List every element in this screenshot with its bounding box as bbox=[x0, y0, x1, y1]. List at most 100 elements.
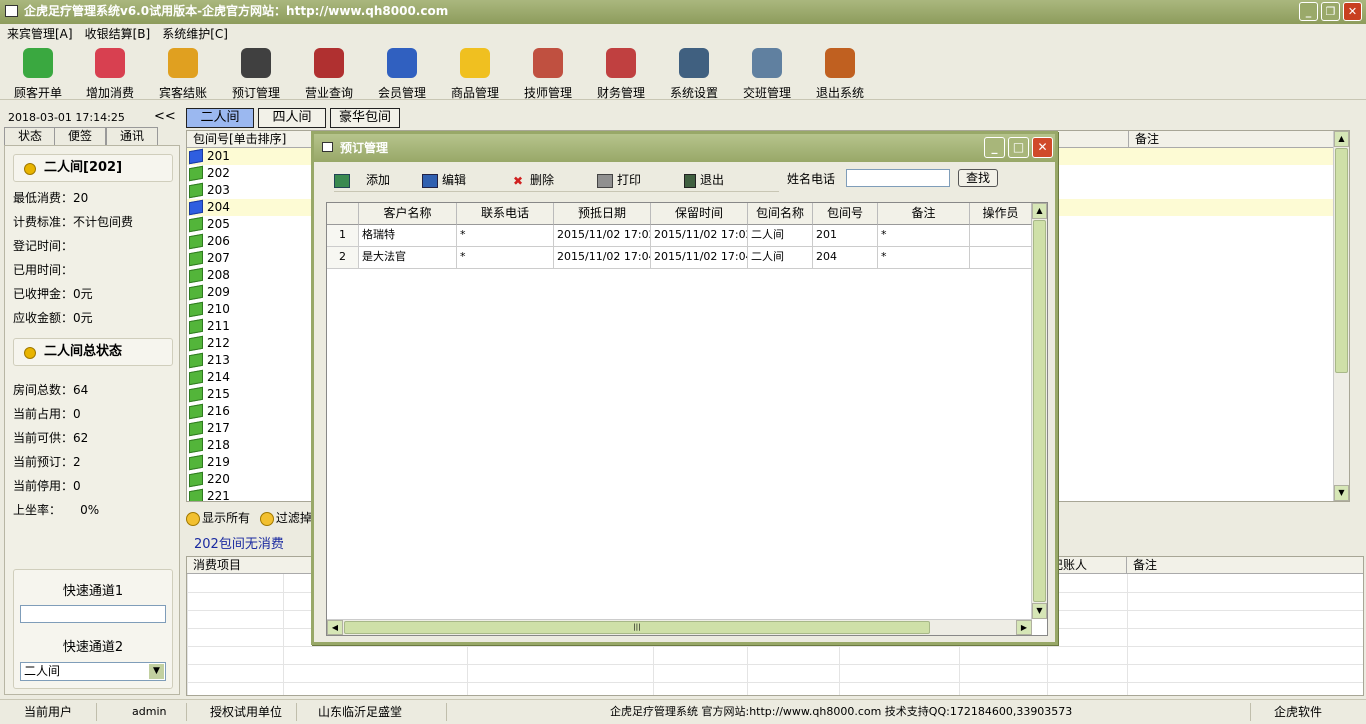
quick-panel: 快速通道1 快速通道2 二人间 ▼ bbox=[13, 569, 173, 689]
grid-cell[interactable]: 二人间 bbox=[748, 225, 813, 247]
edit-button[interactable]: 编辑 bbox=[422, 171, 466, 188]
show-all-label: 显示所有 bbox=[202, 511, 251, 525]
toolbar-button-7[interactable]: 技师管理 bbox=[512, 48, 584, 101]
grid-column-header[interactable]: 联系电话 bbox=[457, 203, 554, 225]
grid-column-header[interactable]: 备注 bbox=[878, 203, 970, 225]
search-input[interactable] bbox=[846, 169, 950, 187]
grid-row-number[interactable]: 1 bbox=[327, 225, 359, 247]
toolbar-button-3[interactable]: 预订管理 bbox=[220, 48, 292, 101]
toolbar-button-10[interactable]: 交班管理 bbox=[731, 48, 803, 101]
grid-cell[interactable]: 2015/11/02 17:04:1 bbox=[554, 247, 651, 269]
room-book-icon bbox=[189, 488, 203, 501]
menu-guest[interactable]: 来宾管理[A] bbox=[7, 27, 73, 41]
chevron-down-icon[interactable]: ▼ bbox=[149, 664, 164, 679]
room-info-billing: 计费标准：不计包间费 bbox=[13, 215, 134, 229]
show-all-button[interactable]: 显示所有 bbox=[186, 511, 251, 526]
grid-column-header[interactable]: 客户名称 bbox=[359, 203, 457, 225]
menu-cashier[interactable]: 收银结算[B] bbox=[85, 27, 151, 41]
restore-button[interactable]: ❐ bbox=[1321, 2, 1340, 21]
toolbar-button-8[interactable]: 财务管理 bbox=[585, 48, 657, 101]
tab-notes[interactable]: 便签 bbox=[54, 127, 106, 145]
grid-cell[interactable]: * bbox=[457, 247, 554, 269]
tab-four-person[interactable]: 四人间 bbox=[258, 108, 326, 128]
toolbar-button-9[interactable]: 系统设置 bbox=[658, 48, 730, 101]
grid-cell[interactable] bbox=[970, 247, 1032, 269]
quick1-label: 快速通道1 bbox=[62, 584, 124, 599]
room-book-icon bbox=[189, 420, 203, 437]
grid-hscrollbar[interactable]: ◀ ||| ▶ bbox=[327, 619, 1032, 635]
grid-column-header[interactable]: 操作员 bbox=[970, 203, 1032, 225]
dialog-minimize-button[interactable]: _ bbox=[984, 137, 1005, 158]
toolbar: 顾客开单 增加消费 宾客结账 预订管理 营业查询 会员管理 商品管理 技师管理 财务管理 系统设置… bbox=[0, 44, 1366, 100]
scroll-down-icon[interactable]: ▼ bbox=[1334, 485, 1349, 501]
status-bar: 当前用户 admin 授权试用单位 山东临沂足盛堂 企虎足疗管理系统 官方网站:… bbox=[0, 699, 1366, 724]
quick2-select[interactable]: 二人间 ▼ bbox=[20, 662, 166, 681]
toolbar-button-label: 财务管理 bbox=[596, 86, 645, 100]
grid-cell[interactable]: 204 bbox=[813, 247, 878, 269]
room-list-scrollbar[interactable]: ▲ ▼ bbox=[1333, 131, 1349, 501]
scroll-thumb[interactable] bbox=[1335, 148, 1348, 373]
grid-cell[interactable]: 2015/11/02 17:02:5 bbox=[554, 225, 651, 247]
show-all-icon bbox=[186, 511, 200, 526]
dialog-close-button[interactable]: ✕ bbox=[1032, 137, 1053, 158]
toolbar-button-6[interactable]: 商品管理 bbox=[439, 48, 511, 101]
window-title: 企虎足疗管理系统v6.0试用版本-企虎官方网站：http://www.qh800… bbox=[24, 4, 449, 18]
grid-cell[interactable]: * bbox=[878, 247, 970, 269]
grid-cell[interactable]: 格瑞特 bbox=[359, 225, 457, 247]
hscroll-thumb[interactable]: ||| bbox=[344, 621, 930, 634]
toolbar-button-11[interactable]: 退出系统 bbox=[804, 48, 876, 101]
grid-row-number[interactable]: 2 bbox=[327, 247, 359, 269]
minimize-button[interactable]: _ bbox=[1299, 2, 1318, 21]
quick1-input[interactable] bbox=[20, 605, 166, 623]
toolbar-button-1[interactable]: 增加消费 bbox=[74, 48, 146, 101]
room-number: 206 bbox=[207, 234, 230, 248]
grid-scroll-thumb[interactable] bbox=[1033, 220, 1046, 602]
room-info-used: 已用时间： bbox=[13, 263, 74, 277]
search-button[interactable]: 查找 bbox=[958, 169, 998, 187]
status-panel: 二人间[202] 最低消费：20 计费标准：不计包间费 登记时间： 已用时间： … bbox=[4, 145, 180, 695]
scroll-up-icon[interactable]: ▲ bbox=[1334, 131, 1349, 147]
support-info: 企虎足疗管理系统 官方网站:http://www.qh8000.com 技术支持… bbox=[610, 705, 1073, 718]
toolbar-button-4[interactable]: 营业查询 bbox=[293, 48, 365, 101]
room-number: 213 bbox=[207, 353, 230, 367]
grid-cell[interactable]: 2015/11/02 17:04:1 bbox=[651, 247, 748, 269]
toolbar-button-label: 会员管理 bbox=[377, 86, 426, 100]
menu-maintenance[interactable]: 系统维护[C] bbox=[162, 27, 228, 41]
close-button[interactable]: ✕ bbox=[1343, 2, 1362, 21]
filter-button[interactable]: 过滤掉 bbox=[259, 511, 312, 526]
grid-scroll-down-icon[interactable]: ▼ bbox=[1032, 603, 1047, 619]
grid-cell[interactable]: * bbox=[457, 225, 554, 247]
add-consume-icon bbox=[95, 48, 125, 78]
dialog-title-bar: 预订管理 _ □ ✕ bbox=[314, 134, 1055, 162]
toolbar-button-2[interactable]: 宾客结账 bbox=[147, 48, 219, 101]
grid-cell[interactable]: 是大法官 bbox=[359, 247, 457, 269]
delete-button[interactable]: ✖ 删除 bbox=[510, 171, 554, 188]
grid-cell[interactable]: 2015/11/02 17:02:5 bbox=[651, 225, 748, 247]
grid-cell[interactable]: 201 bbox=[813, 225, 878, 247]
grid-column-header[interactable]: 预抵日期 bbox=[554, 203, 651, 225]
collapse-button[interactable]: << bbox=[154, 109, 176, 124]
grid-cell[interactable]: 二人间 bbox=[748, 247, 813, 269]
filter-icon bbox=[259, 511, 274, 526]
scroll-right-icon[interactable]: ▶ bbox=[1016, 620, 1032, 635]
exit-button[interactable]: 退出 bbox=[684, 171, 724, 188]
toolbar-button-5[interactable]: 会员管理 bbox=[366, 48, 438, 101]
grid-column-header[interactable]: 包间名称 bbox=[748, 203, 813, 225]
exit-icon bbox=[825, 48, 855, 78]
print-button[interactable]: 打印 bbox=[597, 171, 641, 188]
grid-column-header[interactable]: 保留时间 bbox=[651, 203, 748, 225]
grid-column-header[interactable]: 包间号 bbox=[813, 203, 878, 225]
grid-cell[interactable] bbox=[970, 225, 1032, 247]
tab-two-person[interactable]: 二人间 bbox=[186, 108, 254, 128]
grid-cell[interactable]: * bbox=[878, 225, 970, 247]
toolbar-button-0[interactable]: 顾客开单 bbox=[2, 48, 74, 101]
grid-scrollbar[interactable]: ▲ ▼ bbox=[1031, 203, 1047, 619]
grid-scroll-up-icon[interactable]: ▲ bbox=[1032, 203, 1047, 219]
tab-status[interactable]: 状态 bbox=[4, 127, 56, 145]
tab-comm[interactable]: 通讯 bbox=[106, 127, 158, 145]
query-icon bbox=[314, 48, 344, 78]
tab-luxury[interactable]: 豪华包间 bbox=[330, 108, 400, 128]
scroll-left-icon[interactable]: ◀ bbox=[327, 620, 343, 635]
dialog-maximize-button[interactable]: □ bbox=[1008, 137, 1029, 158]
add-button[interactable]: 添加 bbox=[334, 171, 390, 188]
